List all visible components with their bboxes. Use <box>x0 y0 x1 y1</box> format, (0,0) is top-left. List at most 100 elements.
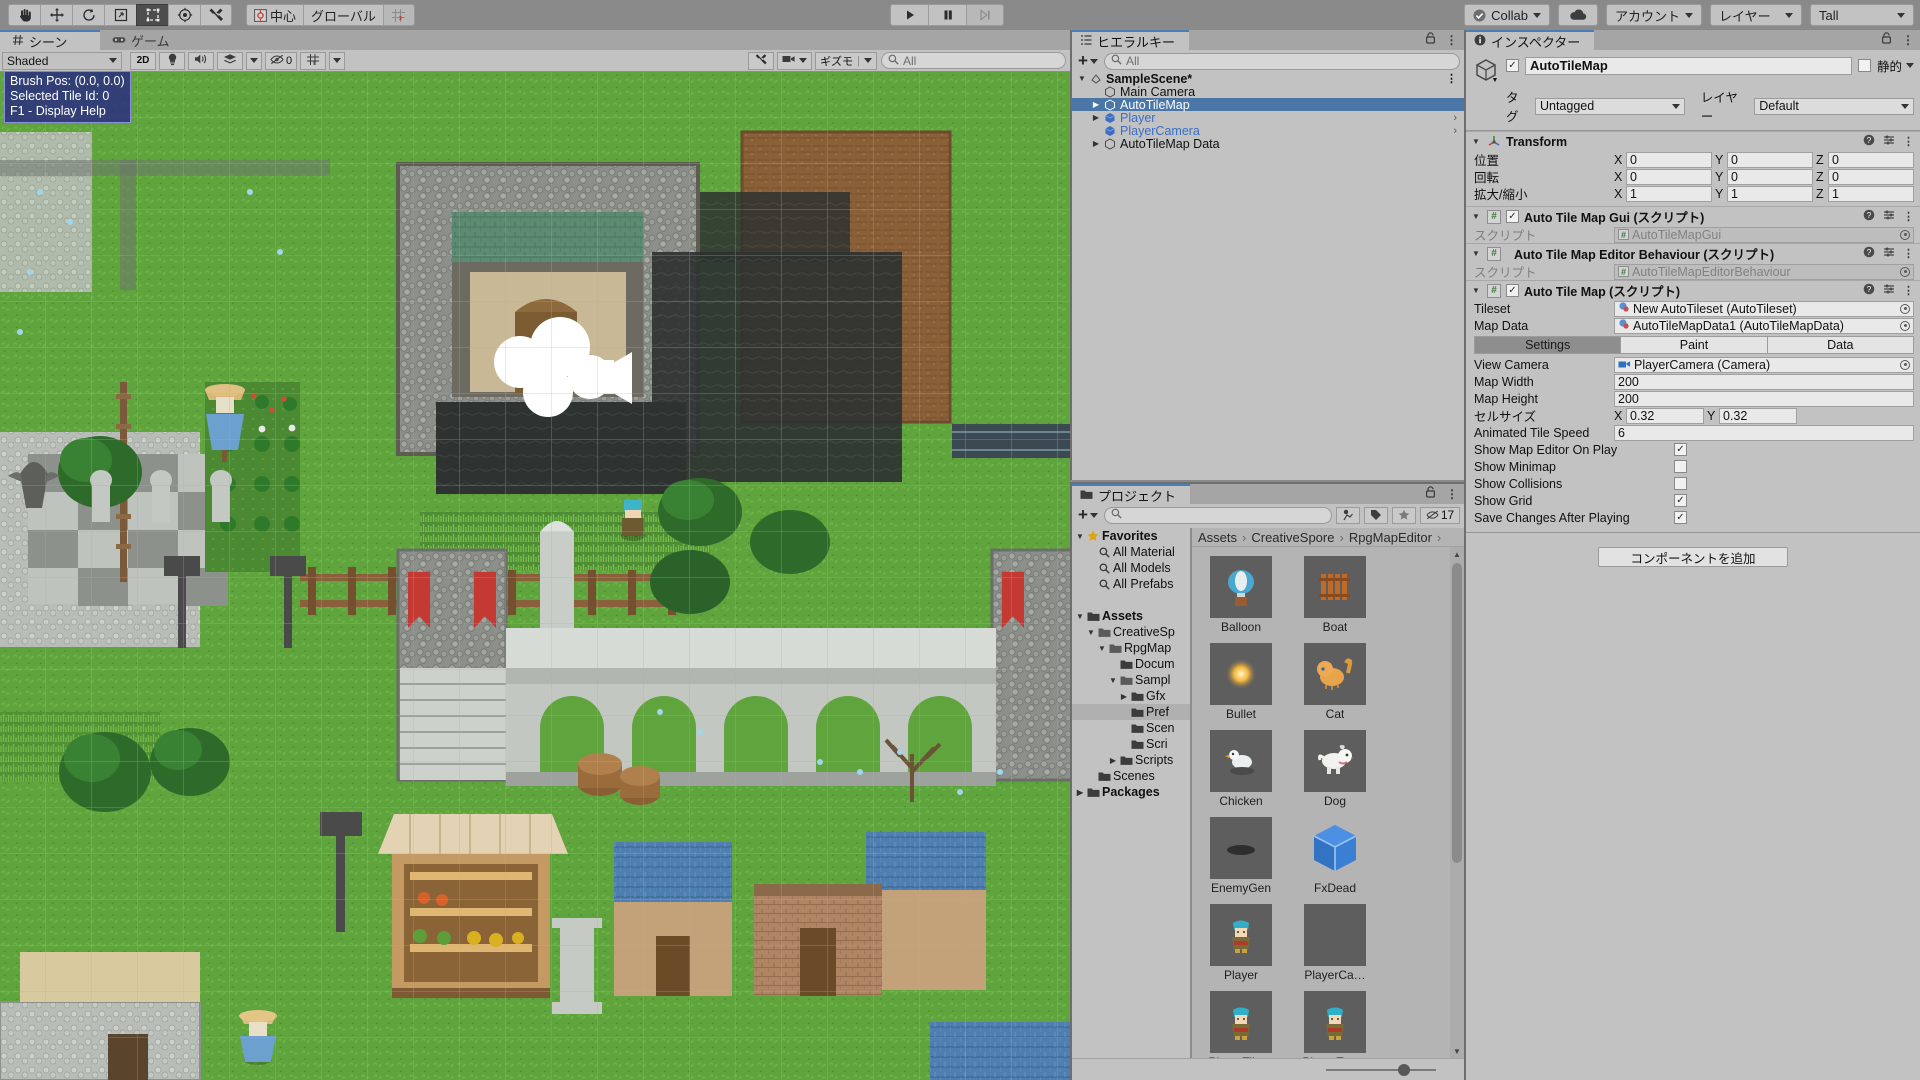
grid-visibility-button[interactable]: Y <box>300 51 327 70</box>
layers-button[interactable]: レイヤー <box>1710 4 1802 26</box>
preset-icon[interactable] <box>1883 209 1895 224</box>
scale-y-input[interactable]: 1 <box>1727 185 1813 202</box>
map-height-input[interactable]: 200 <box>1614 390 1914 407</box>
rotation-z-input[interactable]: 0 <box>1828 168 1914 185</box>
lock-icon[interactable] <box>1425 32 1436 47</box>
transform-tool-button[interactable] <box>168 4 200 26</box>
component-menu-icon[interactable]: ⋮ <box>1903 284 1914 297</box>
grid-dropdown-button[interactable] <box>329 51 346 70</box>
project-tree-item-docum[interactable]: Docum <box>1072 656 1190 672</box>
object-picker-icon[interactable] <box>1900 320 1910 331</box>
asset-grid-scrollbar[interactable]: ▲ ▼ <box>1450 547 1464 1058</box>
audio-toggle-button[interactable] <box>188 51 214 70</box>
autotilemap-tab-paint[interactable]: Paint <box>1620 336 1767 354</box>
breadcrumb[interactable]: Assets › CreativeSpore › RpgMapEditor › <box>1192 528 1464 547</box>
project-tree-item-assets[interactable]: ▼ Assets <box>1072 608 1190 624</box>
rotation-x-input[interactable]: 0 <box>1626 168 1712 185</box>
scroll-down-icon[interactable]: ▼ <box>1450 1044 1464 1058</box>
asset-item[interactable]: Player <box>1201 904 1281 982</box>
map-width-input[interactable]: 200 <box>1614 373 1914 390</box>
project-tree-item-all-prefabs[interactable]: All Prefabs <box>1072 576 1190 592</box>
project-tree-item-sampl[interactable]: ▼ Sampl <box>1072 672 1190 688</box>
play-button[interactable] <box>890 4 928 26</box>
pivot-button[interactable]: 中心 <box>246 4 304 26</box>
autotilemapgui-component-header[interactable]: ▼ # ✓ Auto Tile Map Gui (スクリプト) ? ⋮ <box>1466 206 1920 226</box>
space-button[interactable]: グローバル <box>303 4 383 26</box>
scale-x-input[interactable]: 1 <box>1626 185 1712 202</box>
static-checkbox[interactable] <box>1857 59 1871 72</box>
slider-knob[interactable] <box>1398 1063 1410 1076</box>
panel-menu-icon[interactable]: ⋮ <box>1902 33 1914 47</box>
hierarchy-item-player[interactable]: ▶ Player › <box>1072 111 1464 125</box>
hierarchy-item-samplescene[interactable]: ▼ SampleScene* ⋮ <box>1072 72 1464 86</box>
position-x-input[interactable]: 0 <box>1626 151 1712 168</box>
gizmos-button[interactable]: ギズモ | <box>815 51 877 70</box>
panel-menu-icon[interactable]: ⋮ <box>1446 33 1459 47</box>
panel-menu-icon[interactable]: ⋮ <box>1446 487 1458 501</box>
scene-camera-button[interactable] <box>777 51 813 70</box>
scene-view[interactable]: Brush Pos: (0.0, 0.0) Selected Tile Id: … <box>0 72 1070 1080</box>
lighting-toggle-button[interactable] <box>159 51 185 70</box>
tab-scene[interactable]: シーン <box>0 30 100 50</box>
open-prefab-icon[interactable]: › <box>1453 112 1457 124</box>
scene-search-input[interactable]: All <box>881 52 1066 69</box>
expand-triangle-icon[interactable]: ▶ <box>1074 788 1086 797</box>
expand-triangle-icon[interactable]: ▶ <box>1118 692 1130 701</box>
hierarchy-item-autotilemap[interactable]: ▶ AutoTileMap <box>1072 98 1464 112</box>
asset-item[interactable]: Cat <box>1295 643 1375 721</box>
hierarchy-item-playercamera[interactable]: PlayerCamera › <box>1072 124 1464 138</box>
thumbnail-size-slider[interactable] <box>1326 1063 1436 1076</box>
cell-size-x-input[interactable]: 0.32 <box>1626 407 1704 424</box>
add-component-button[interactable]: コンポーネントを追加 <box>1598 547 1788 567</box>
step-button[interactable] <box>966 4 1004 26</box>
help-icon[interactable]: ? <box>1863 246 1875 261</box>
expand-triangle-icon[interactable]: ▶ <box>1107 756 1119 765</box>
filter-by-type-button[interactable] <box>1336 506 1360 524</box>
project-tree-item-scri[interactable]: Scri <box>1072 736 1190 752</box>
hierarchy-tree[interactable]: ▼ SampleScene* ⋮ Main Camera ▶ AutoTileMap ▶ Pl… <box>1072 72 1464 151</box>
collapse-triangle-icon[interactable]: ▼ <box>1472 212 1482 221</box>
expand-triangle-icon[interactable]: ▶ <box>1090 139 1102 148</box>
component-menu-icon[interactable]: ⋮ <box>1903 247 1914 260</box>
project-tree-item-packages[interactable]: ▶ Packages <box>1072 784 1190 800</box>
tab-project[interactable]: プロジェクト <box>1072 484 1191 504</box>
autotilemap-tab-settings[interactable]: Settings <box>1474 336 1621 354</box>
toggle-checkbox-show-collisions[interactable] <box>1674 477 1687 490</box>
account-button[interactable]: アカウント <box>1605 4 1702 26</box>
breadcrumb-segment[interactable]: Assets <box>1198 530 1237 545</box>
expand-triangle-icon[interactable]: ▶ <box>1090 100 1102 109</box>
cloud-button[interactable] <box>1557 4 1598 26</box>
tileset-object-field[interactable]: New AutoTileset (AutoTileset) <box>1614 300 1914 317</box>
asset-item[interactable]: EnemyGen <box>1201 817 1281 895</box>
project-tree-item-pref[interactable]: Pref <box>1072 704 1190 720</box>
component-enabled-checkbox[interactable]: ✓ <box>1506 210 1519 223</box>
hierarchy-item-autotilemap-data[interactable]: ▶ AutoTileMap Data <box>1072 137 1464 151</box>
breadcrumb-segment[interactable]: CreativeSpore <box>1251 530 1334 545</box>
object-picker-icon[interactable] <box>1900 359 1910 370</box>
grid-snap-button[interactable] <box>382 4 415 26</box>
scene-context-menu-icon[interactable]: ⋮ <box>1446 72 1458 85</box>
tag-dropdown[interactable]: Untagged <box>1534 97 1685 115</box>
asset-grid[interactable]: Balloon Boat Bullet Cat Chicken Dog EnemyGen Fx… <box>1192 547 1450 1058</box>
project-tree-item-all-material[interactable]: All Material <box>1072 544 1190 560</box>
help-icon[interactable]: ? <box>1863 134 1875 149</box>
collapse-triangle-icon[interactable]: ▼ <box>1096 644 1108 653</box>
pause-button[interactable] <box>928 4 966 26</box>
hierarchy-item-main-camera[interactable]: Main Camera <box>1072 85 1464 99</box>
asset-item[interactable]: PlayerCa… <box>1295 904 1375 982</box>
autotilemap-component-header[interactable]: ▼ # ✓ Auto Tile Map (スクリプト) ? ⋮ <box>1466 280 1920 300</box>
collapse-triangle-icon[interactable]: ▼ <box>1472 137 1482 146</box>
scale-tool-button[interactable] <box>104 4 136 26</box>
collapse-triangle-icon[interactable]: ▼ <box>1085 628 1097 637</box>
anim-speed-input[interactable]: 6 <box>1614 424 1914 441</box>
collapse-triangle-icon[interactable]: ▼ <box>1472 249 1482 258</box>
open-prefab-icon[interactable]: › <box>1453 125 1457 137</box>
project-tree-item-scenes[interactable]: Scenes <box>1072 768 1190 784</box>
preset-icon[interactable] <box>1883 283 1895 298</box>
toggle-checkbox-show-grid[interactable]: ✓ <box>1674 494 1687 507</box>
project-tree-item-scripts[interactable]: ▶ Scripts <box>1072 752 1190 768</box>
asset-item[interactable]: PlayerTile… <box>1201 991 1281 1058</box>
project-folder-tree[interactable]: ▼ Favorites All Material All Models All Pref… <box>1072 528 1192 1058</box>
custom-tool-button[interactable] <box>200 4 232 26</box>
scrollbar-thumb[interactable] <box>1452 563 1462 863</box>
